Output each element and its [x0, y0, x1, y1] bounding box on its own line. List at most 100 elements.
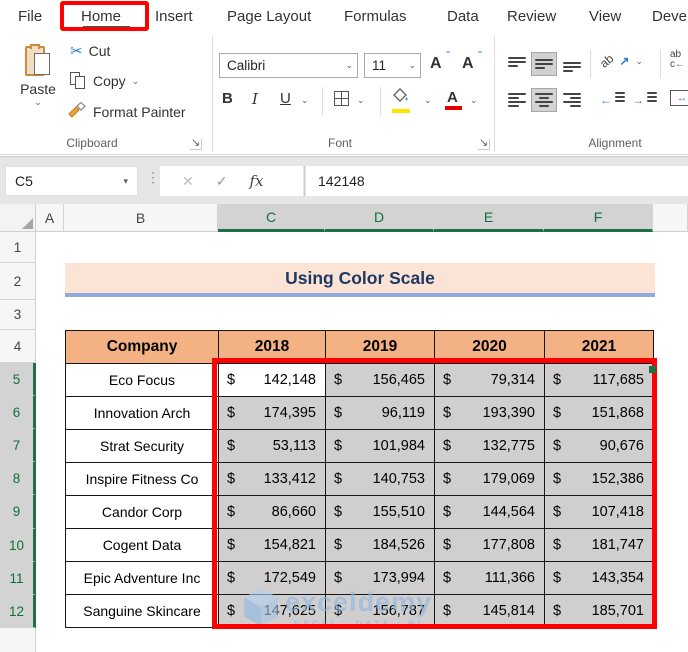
confirm-entry-icon[interactable]: ✓	[216, 173, 228, 190]
cancel-entry-icon[interactable]: ✕	[182, 173, 194, 190]
decrease-indent-icon: ←	[600, 93, 612, 107]
worksheet-grid: A B C D E F 1 2 3 4 5 6 7 8 9 10 11 12 U…	[0, 204, 688, 652]
insert-function-icon[interactable]: fx	[249, 172, 263, 190]
cut-scissors-icon: ✂	[70, 42, 83, 60]
cell-company[interactable]: Strat Security	[66, 430, 219, 463]
column-header-a[interactable]: A	[36, 204, 64, 232]
format-painter-button[interactable]: Format Painter	[68, 102, 186, 122]
font-dialog-launcher[interactable]: ↘	[478, 139, 490, 150]
copy-icon	[70, 72, 87, 90]
tab-file[interactable]: File	[18, 0, 42, 32]
decrease-indent-button[interactable]: ←	[600, 92, 625, 107]
selection-fill-handle[interactable]	[649, 366, 656, 373]
name-box[interactable]: C5 ▾	[5, 166, 138, 196]
column-header-f[interactable]: F	[544, 204, 653, 232]
row-header-6[interactable]: 6	[0, 396, 36, 429]
small-separator	[380, 87, 381, 115]
font-color-button[interactable]: A	[447, 89, 458, 106]
orientation-button[interactable]: ab ↗ ⌄	[600, 54, 643, 68]
tab-view[interactable]: View	[589, 0, 621, 32]
font-color-chevron[interactable]: ⌄	[470, 95, 478, 106]
align-right-button[interactable]	[559, 88, 585, 112]
group-separator	[212, 36, 213, 152]
borders-dropdown-chevron[interactable]: ⌄	[357, 95, 365, 106]
font-name-combo[interactable]: Calibri⌄	[219, 53, 358, 78]
tab-page-layout[interactable]: Page Layout	[227, 0, 311, 32]
row-header-partial[interactable]	[0, 628, 36, 652]
format-painter-icon	[68, 102, 87, 122]
row-header-8[interactable]: 8	[0, 462, 36, 495]
clipboard-group-label: Clipboard	[46, 136, 138, 150]
paste-button[interactable]: Paste ⌄	[14, 40, 62, 132]
align-left-button[interactable]	[504, 88, 530, 112]
increase-indent-icon: →	[632, 93, 644, 107]
fill-color-swatch	[392, 109, 410, 113]
excel-window: File Home Insert Page Layout Formulas Da…	[0, 0, 688, 652]
row-header-11[interactable]: 11	[0, 562, 36, 595]
formula-bar-row: C5 ▾ ⋮ ✕ ✓ fx 142148	[0, 156, 688, 204]
header-company[interactable]: Company	[66, 331, 219, 364]
column-header-c[interactable]: C	[218, 204, 325, 232]
wrap-text-button[interactable]: abc←	[670, 50, 685, 70]
row-header-12[interactable]: 12	[0, 595, 36, 628]
center-button[interactable]	[531, 88, 557, 112]
tab-data[interactable]: Data	[447, 0, 479, 32]
column-header-b[interactable]: B	[64, 204, 218, 232]
fill-color-chevron[interactable]: ⌄	[424, 95, 432, 106]
tab-developer[interactable]: Developer	[652, 0, 688, 32]
tab-review[interactable]: Review	[507, 0, 556, 32]
underline-button[interactable]: U	[280, 90, 291, 107]
underline-dropdown-chevron[interactable]: ⌄	[301, 95, 309, 106]
column-header-partial[interactable]	[653, 204, 688, 232]
column-header-e[interactable]: E	[434, 204, 544, 232]
increase-indent-button[interactable]: →	[632, 92, 657, 107]
tab-insert[interactable]: Insert	[155, 0, 193, 32]
paste-dropdown-chevron[interactable]: ⌄	[34, 97, 42, 108]
middle-align-button[interactable]	[531, 52, 557, 76]
small-separator	[590, 50, 591, 78]
clipboard-dialog-launcher[interactable]: ↘	[190, 139, 202, 150]
italic-button[interactable]: I	[252, 90, 258, 108]
orientation-chevron[interactable]: ⌄	[635, 56, 643, 67]
cut-button[interactable]: ✂ Cut	[70, 42, 110, 60]
copy-dropdown-chevron[interactable]: ⌄	[132, 76, 140, 87]
cell-company[interactable]: Eco Focus	[66, 364, 219, 397]
row-header-10[interactable]: 10	[0, 529, 36, 562]
cell-company[interactable]: Sanguine Skincare	[66, 595, 219, 628]
tab-formulas[interactable]: Formulas	[344, 0, 407, 32]
cell-company[interactable]: Candor Corp	[66, 496, 219, 529]
row-header-2[interactable]: 2	[0, 263, 36, 300]
formula-input[interactable]: 142148	[306, 166, 688, 196]
row-header-5[interactable]: 5	[0, 363, 36, 396]
middle-align-icon	[535, 57, 553, 72]
orientation-arrow-icon: ↗	[619, 54, 629, 68]
cell-company[interactable]: Cogent Data	[66, 529, 219, 562]
select-all-button[interactable]	[0, 204, 36, 232]
sheet-title[interactable]: Using Color Scale	[65, 263, 655, 297]
increase-font-size-button[interactable]: Aˆ	[430, 55, 442, 73]
row-header-3[interactable]: 3	[0, 300, 36, 330]
top-align-button[interactable]	[504, 52, 530, 76]
bottom-align-button[interactable]	[559, 52, 585, 76]
borders-icon[interactable]	[334, 91, 349, 106]
home-tab-annotation-box	[60, 1, 149, 31]
decrease-font-size-button[interactable]: Aˇ	[462, 55, 474, 73]
top-align-icon	[508, 57, 526, 72]
font-size-combo[interactable]: 11⌄	[364, 53, 421, 78]
small-separator	[322, 87, 323, 115]
merge-center-button[interactable]: ↔	[670, 90, 688, 106]
row-header-4[interactable]: 4	[0, 330, 36, 363]
fill-color-button[interactable]	[392, 88, 409, 108]
cell-company[interactable]: Epic Adventure Inc	[66, 562, 219, 595]
cell-company[interactable]: Inspire Fitness Co	[66, 463, 219, 496]
font-color-swatch	[445, 106, 462, 110]
row-header-9[interactable]: 9	[0, 495, 36, 529]
row-header-1[interactable]: 1	[0, 232, 36, 263]
name-box-chevron[interactable]: ▾	[123, 176, 128, 187]
row-header-7[interactable]: 7	[0, 429, 36, 462]
name-box-splitter[interactable]: ⋮	[146, 169, 160, 186]
column-header-d[interactable]: D	[325, 204, 434, 232]
bold-button[interactable]: B	[222, 90, 233, 107]
cell-company[interactable]: Innovation Arch	[66, 397, 219, 430]
copy-button[interactable]: Copy ⌄	[70, 72, 139, 90]
